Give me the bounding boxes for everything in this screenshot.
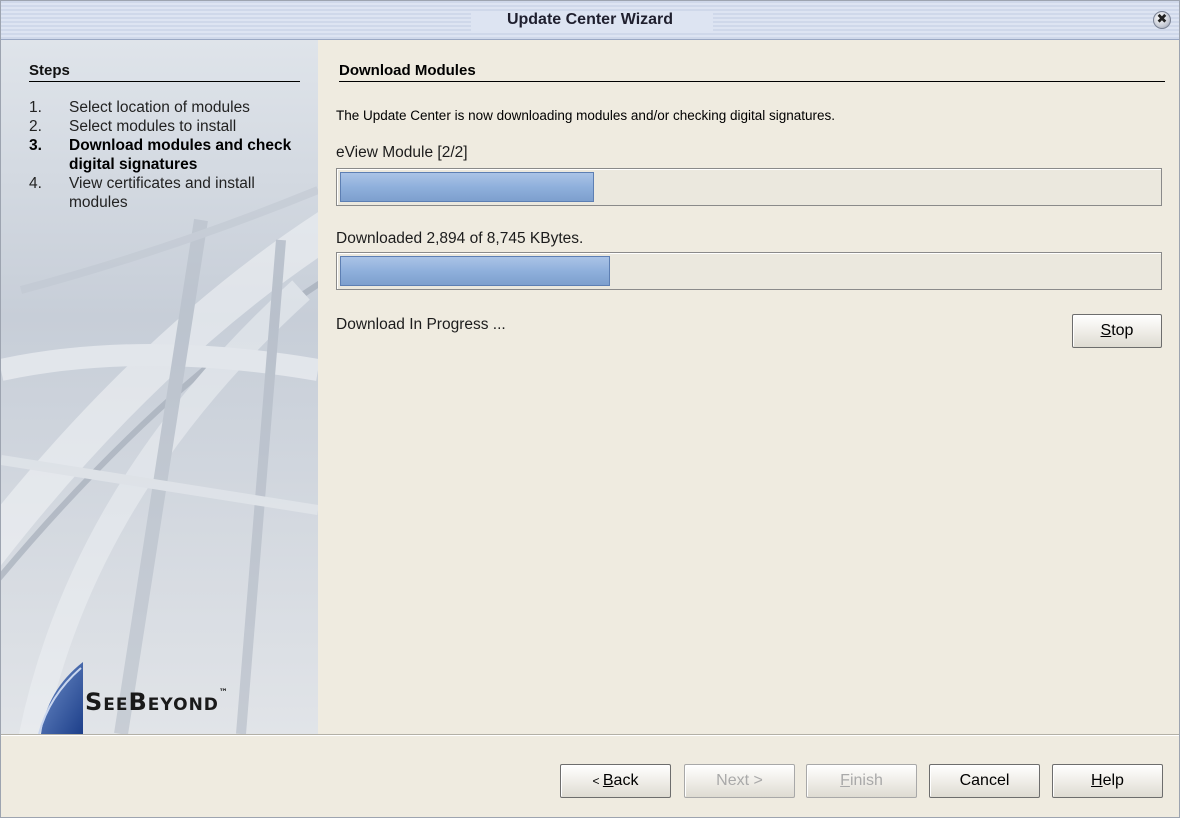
seebeyond-logo: SeeBeyond™ [37, 660, 297, 734]
module-progress-bar [336, 168, 1162, 206]
mnemonic-letter: H [1091, 772, 1103, 789]
update-center-wizard-window: Update Center Wizard ✖ Steps 1. Select l… [0, 0, 1180, 818]
step-number: 2. [29, 118, 42, 135]
step-item-3-current: 3. Download modules and check digital si… [29, 136, 304, 174]
steps-heading: Steps [29, 62, 300, 82]
bytes-progress-fill [340, 256, 610, 286]
mnemonic-letter: S [1100, 322, 1112, 339]
bytes-progress-label: Downloaded 2,894 of 8,745 KBytes. [336, 230, 584, 247]
button-prefix: < [592, 774, 603, 788]
step-item-4: 4. View certificates and install modules [29, 174, 304, 212]
help-button[interactable]: Help [1052, 764, 1163, 798]
step-label: Download modules and check digital signa… [69, 137, 292, 173]
wizard-content-panel: Download Modules The Update Center is no… [318, 40, 1179, 734]
panel-description: The Update Center is now downloading mod… [336, 108, 836, 123]
next-button[interactable]: Next > [684, 764, 795, 798]
step-number: 3. [29, 137, 42, 154]
module-progress-label: eView Module [2/2] [336, 144, 468, 161]
download-status-text: Download In Progress ... [336, 316, 506, 333]
logo-text: SeeBeyond [85, 688, 219, 716]
close-icon[interactable]: ✖ [1153, 11, 1171, 29]
window-title: Update Center Wizard [506, 11, 674, 28]
title-bar[interactable]: Update Center Wizard ✖ [1, 1, 1179, 40]
button-label: elp [1102, 772, 1124, 789]
step-label: View certificates and install modules [69, 175, 255, 211]
step-number: 4. [29, 175, 42, 192]
module-progress-fill [340, 172, 594, 202]
back-button[interactable]: < Back [560, 764, 671, 798]
steps-list: 1. Select location of modules 2. Select … [29, 98, 304, 212]
step-label: Select location of modules [69, 99, 250, 116]
button-label: Next > [716, 772, 763, 789]
mnemonic-letter: F [840, 772, 850, 789]
footer-separator [1, 734, 1179, 736]
logo-swoosh-icon [38, 662, 83, 734]
finish-button[interactable]: Finish [806, 764, 917, 798]
logo-wordmark: SeeBeyond™ [85, 688, 229, 716]
wizard-sidebar: Steps 1. Select location of modules 2. S… [1, 40, 318, 734]
cancel-button[interactable]: Cancel [929, 764, 1040, 798]
step-label: Select modules to install [69, 118, 237, 135]
step-item-2: 2. Select modules to install [29, 117, 304, 136]
trademark-symbol: ™ [218, 688, 229, 698]
button-label: inish [849, 772, 883, 789]
panel-title: Download Modules [339, 62, 1165, 82]
bytes-progress-bar [336, 252, 1162, 290]
stop-button[interactable]: Stop [1072, 314, 1162, 348]
step-item-1: 1. Select location of modules [29, 98, 304, 117]
button-label: top [1111, 322, 1134, 339]
step-number: 1. [29, 99, 42, 116]
mnemonic-letter: B [602, 772, 614, 789]
button-label: ack [613, 772, 639, 789]
button-label: Cancel [959, 772, 1010, 789]
